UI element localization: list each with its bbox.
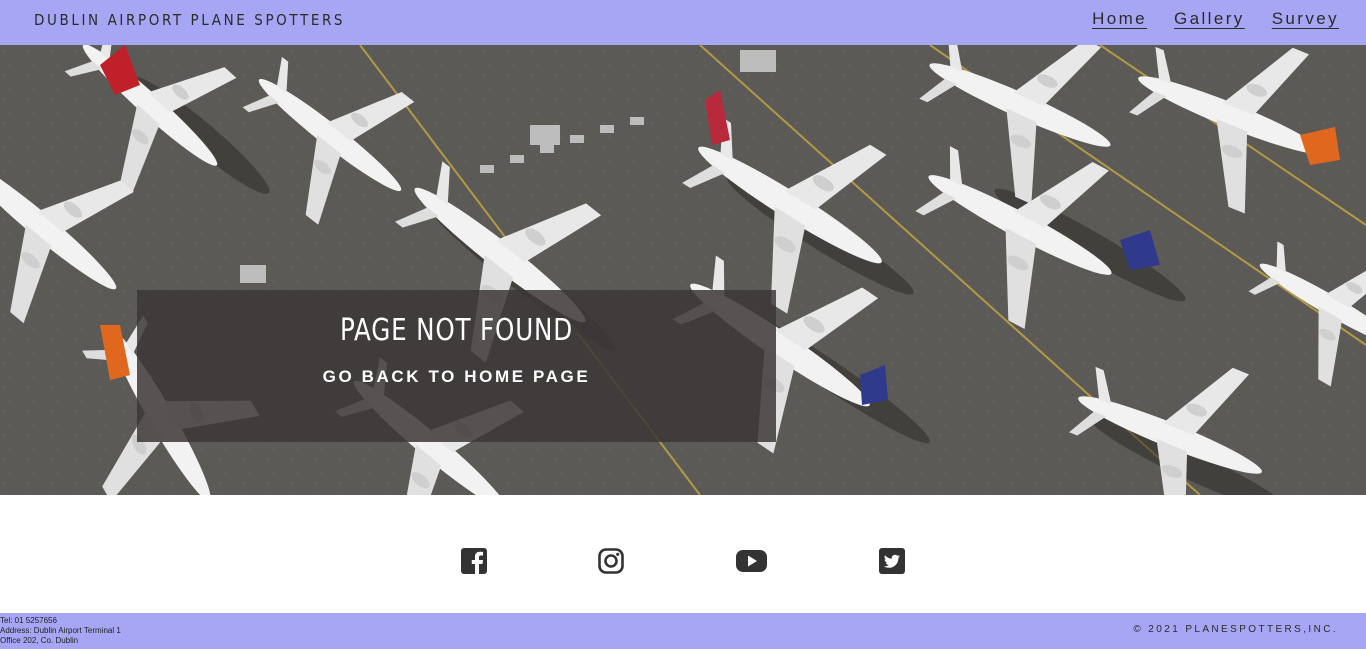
nav-home-link[interactable]: Home (1092, 9, 1147, 29)
contact-address-line2: Office 202, Co. Dublin (0, 636, 79, 645)
copyright-text: © 2021 PLANESPOTTERS,INC. (1133, 624, 1338, 635)
main-nav: Home Gallery Survey (1092, 9, 1339, 29)
contact-info: Tel: 01 5257656 Address: Dublin Airport … (0, 616, 121, 646)
instagram-icon[interactable] (597, 547, 627, 577)
site-brand[interactable]: DUBLIN AIRPORT PLANE SPOTTERS (34, 11, 345, 29)
site-footer: Tel: 01 5257656 Address: Dublin Airport … (0, 613, 1366, 649)
twitter-icon[interactable] (878, 547, 908, 577)
nav-gallery-link[interactable]: Gallery (1174, 9, 1245, 29)
site-header: DUBLIN AIRPORT PLANE SPOTTERS Home Galle… (0, 0, 1366, 45)
not-found-title: PAGE NOT FOUND (339, 313, 574, 348)
hero-banner: PAGE NOT FOUND GO BACK TO HOME PAGE (0, 45, 1366, 495)
contact-address-line1: Address: Dublin Airport Terminal 1 (0, 626, 121, 635)
contact-tel: Tel: 01 5257656 (0, 616, 57, 625)
youtube-icon[interactable] (735, 547, 769, 577)
nav-survey-link[interactable]: Survey (1272, 9, 1339, 29)
social-links (0, 495, 1366, 613)
back-home-link[interactable]: GO BACK TO HOME PAGE (137, 367, 776, 387)
not-found-panel: PAGE NOT FOUND GO BACK TO HOME PAGE (137, 290, 776, 442)
facebook-icon[interactable] (460, 547, 490, 577)
